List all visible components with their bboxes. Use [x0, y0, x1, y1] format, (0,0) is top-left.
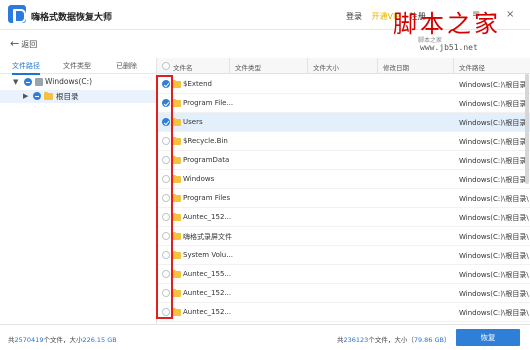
tree-item-label: Windows(C:) — [45, 77, 93, 86]
column-divider[interactable] — [229, 58, 230, 74]
app-title: 嗨格式数据恢复大师 — [31, 13, 113, 23]
table-row[interactable]: $Extend Windows(C:)\根目录\ — [157, 75, 530, 94]
file-name: Auntec_152... — [183, 289, 232, 297]
folder-icon — [172, 231, 181, 240]
folder-icon — [172, 250, 181, 259]
view-tabs: 文件路径 文件类型 已删除 — [0, 58, 156, 75]
tree-item-root[interactable]: ▶ 根目录 — [0, 90, 156, 103]
table-row[interactable]: Windows Windows(C:)\根目录\ — [157, 170, 530, 189]
file-name: Program Files — [183, 194, 231, 202]
file-path: Windows(C:)\根目录\ — [459, 195, 529, 203]
file-name: Auntec_152... — [183, 308, 232, 316]
file-name: Program File... — [183, 99, 234, 107]
file-name: $Extend — [183, 80, 212, 88]
drive-icon — [35, 78, 43, 86]
folder-icon — [172, 155, 181, 164]
file-name: $Recycle.Bin — [183, 137, 228, 145]
table-row[interactable]: Program Files Windows(C:)\根目录\ — [157, 189, 530, 208]
selected-stats: 共236123个文件，大小（79.86 GB） — [337, 336, 451, 344]
close-icon[interactable]: × — [506, 10, 514, 20]
file-path: Windows(C:)\根目录\ — [459, 157, 529, 165]
table-row[interactable]: 嗨格式录屏文件 Windows(C:)\根目录\ — [157, 227, 530, 246]
tree-item-drive[interactable]: ▼ Windows(C:) — [0, 76, 156, 89]
folder-icon — [172, 174, 181, 183]
file-path: Windows(C:)\根目录\ — [459, 271, 529, 279]
highlight-checkbox-column — [156, 75, 173, 319]
table-row[interactable]: Auntec_155... Windows(C:)\根目录\ — [157, 265, 530, 284]
table-row[interactable]: Program File... Windows(C:)\根目录\ — [157, 94, 530, 113]
file-path: Windows(C:)\根目录\ — [459, 309, 529, 317]
tab-file-type[interactable]: 文件类型 — [63, 61, 91, 71]
column-divider[interactable] — [377, 58, 378, 74]
watermark-url: www.jb51.net — [420, 43, 478, 52]
folder-icon — [172, 269, 181, 278]
file-path: Windows(C:)\根目录\ — [459, 138, 529, 146]
file-path: Windows(C:)\根目录\ — [459, 290, 529, 298]
folder-icon — [172, 98, 181, 107]
column-name[interactable]: 文件名 — [173, 62, 193, 72]
folder-icon — [172, 212, 181, 221]
arrow-left-icon: ← — [10, 37, 20, 50]
folder-icon — [44, 91, 53, 100]
table-header: 文件名 文件类型 文件大小 修改日期 文件路径 — [157, 58, 530, 74]
selected-file-count: 236123 — [343, 336, 369, 344]
file-name: Auntec_152... — [183, 213, 232, 221]
total-stats: 共2570419个文件，大小226.15 GB — [8, 336, 117, 344]
login-link[interactable]: 登录 — [346, 12, 362, 21]
table-row[interactable]: Users Windows(C:)\根目录\ — [157, 113, 530, 132]
column-date[interactable]: 修改日期 — [383, 62, 409, 72]
table-row[interactable]: Auntec_152... Windows(C:)\根目录\ — [157, 208, 530, 227]
selected-size: 79.86 GB — [413, 336, 444, 344]
tab-file-path[interactable]: 文件路径 — [12, 61, 40, 75]
file-name: System Volu... — [183, 251, 233, 259]
folder-icon — [172, 193, 181, 202]
status-bar: 共2570419个文件，大小226.15 GB 共236123个文件，大小（79… — [0, 324, 530, 350]
folder-icon — [172, 136, 181, 145]
expand-right-icon[interactable]: ▶ — [23, 92, 28, 100]
tree-check-icon[interactable] — [33, 92, 41, 100]
total-file-count: 2570419 — [14, 336, 44, 344]
tree-item-label: 根目录 — [56, 92, 79, 101]
file-path: Windows(C:)\根目录\ — [459, 100, 529, 108]
folder-icon — [172, 288, 181, 297]
tree-check-icon[interactable] — [24, 78, 32, 86]
table-row[interactable]: Auntec_152... Windows(C:)\根目录\ — [157, 303, 530, 322]
file-table: 文件名 文件类型 文件大小 修改日期 文件路径 $Extend Windows(C… — [157, 58, 530, 324]
table-row[interactable]: System Volu... Windows(C:)\根目录\ — [157, 246, 530, 265]
folder-icon — [172, 79, 181, 88]
file-name: Auntec_155... — [183, 270, 232, 278]
column-divider[interactable] — [307, 58, 308, 74]
table-row[interactable]: Auntec_152... Windows(C:)\根目录\ — [157, 284, 530, 303]
file-path: Windows(C:)\根目录\ — [459, 119, 529, 127]
expand-down-icon[interactable]: ▼ — [13, 78, 18, 86]
column-divider[interactable] — [453, 58, 454, 74]
table-row[interactable]: ProgramData Windows(C:)\根目录\ — [157, 151, 530, 170]
select-all-checkbox[interactable] — [162, 62, 170, 70]
file-path: Windows(C:)\根目录\ — [459, 252, 529, 260]
back-button[interactable]: ← 返回 — [10, 37, 37, 50]
file-name: 嗨格式录屏文件 — [183, 233, 232, 241]
file-path: Windows(C:)\根目录\ — [459, 176, 529, 184]
column-path[interactable]: 文件路径 — [459, 62, 485, 72]
watermark-text: 脚本之家 — [393, 10, 501, 38]
file-path: Windows(C:)\根目录\ — [459, 81, 529, 89]
recover-button[interactable]: 恢复 — [456, 329, 520, 346]
file-path: Windows(C:)\根目录\ — [459, 214, 529, 222]
file-name: Users — [183, 118, 203, 126]
table-row[interactable]: $Recycle.Bin Windows(C:)\根目录\ — [157, 132, 530, 151]
file-path: Windows(C:)\根目录\ — [459, 233, 529, 241]
folder-icon — [172, 117, 181, 126]
folder-icon — [172, 307, 181, 316]
app-logo-icon — [8, 5, 26, 23]
file-name: Windows — [183, 175, 215, 183]
column-size[interactable]: 文件大小 — [313, 62, 339, 72]
tab-deleted[interactable]: 已删除 — [116, 61, 137, 71]
column-type[interactable]: 文件类型 — [235, 62, 261, 72]
total-size: 226.15 GB — [82, 336, 117, 344]
back-label: 返回 — [21, 40, 38, 49]
file-name: ProgramData — [183, 156, 230, 164]
scrollbar[interactable] — [525, 74, 529, 184]
